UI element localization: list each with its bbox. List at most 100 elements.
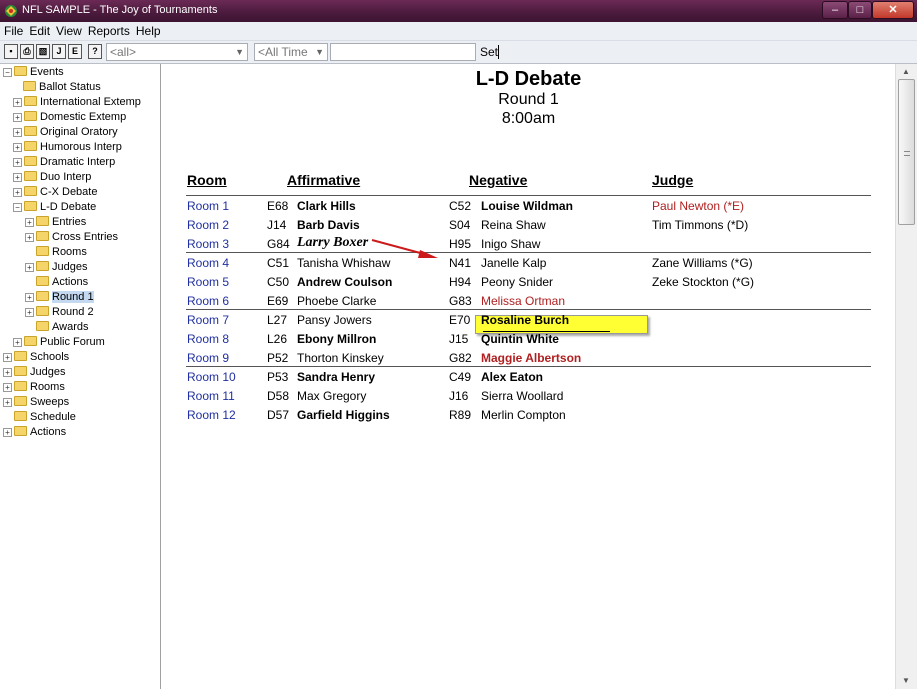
- judge-icon[interactable]: J: [52, 44, 66, 59]
- table-row[interactable]: Room 6 E69 Phoebe Clarke G83 Melissa Ort…: [162, 291, 895, 310]
- maximize-button[interactable]: □: [848, 1, 872, 19]
- minimize-button[interactable]: –: [822, 1, 848, 19]
- expand-icon[interactable]: +: [25, 292, 34, 302]
- tree-node-events[interactable]: − Events: [3, 65, 64, 80]
- scope-dropdown[interactable]: <all> ▼: [106, 43, 248, 61]
- expand-icon[interactable]: +: [3, 382, 12, 392]
- aff-name[interactable]: Garfield Higgins: [297, 408, 390, 422]
- judge-name[interactable]: Zane Williams (*G): [652, 256, 753, 270]
- judge-name[interactable]: Zeke Stockton (*G): [652, 275, 754, 289]
- tree-node-judges[interactable]: + Judges: [25, 260, 87, 275]
- room-link[interactable]: Room 5: [187, 275, 229, 289]
- neg-name[interactable]: Janelle Kalp: [481, 256, 546, 270]
- menu-file[interactable]: File: [0, 22, 26, 38]
- tree-node-humorous-interp[interactable]: + Humorous Interp: [13, 140, 122, 155]
- tree-node-round-2[interactable]: + Round 2: [25, 305, 94, 320]
- expand-icon[interactable]: +: [3, 427, 12, 437]
- menu-help[interactable]: Help: [133, 22, 164, 38]
- expand-icon[interactable]: +: [13, 172, 22, 182]
- scroll-down-icon[interactable]: ▼: [902, 676, 910, 685]
- expand-icon[interactable]: +: [13, 142, 22, 152]
- tree-node-original-oratory[interactable]: + Original Oratory: [13, 125, 118, 140]
- table-row[interactable]: Room 5 C50 Andrew Coulson H94 Peony Snid…: [162, 272, 895, 291]
- table-row[interactable]: Room 12 D57 Garfield Higgins R89 Merlin …: [162, 405, 895, 424]
- table-row[interactable]: Room 1 E68 Clark Hills C52 Louise Wildma…: [162, 196, 895, 215]
- aff-name[interactable]: Thorton Kinskey: [297, 351, 384, 365]
- neg-name[interactable]: Peony Snider: [481, 275, 553, 289]
- expand-icon[interactable]: +: [13, 97, 22, 107]
- tree-node-actions-top[interactable]: + Actions: [3, 425, 66, 440]
- scroll-up-icon[interactable]: ▲: [902, 67, 910, 76]
- aff-name[interactable]: Andrew Coulson: [297, 275, 392, 289]
- tree-node-ballot-status[interactable]: Ballot Status: [23, 80, 101, 95]
- tree-node-sweeps[interactable]: + Sweeps: [3, 395, 69, 410]
- aff-name[interactable]: Tanisha Whishaw: [297, 256, 390, 270]
- entry-icon[interactable]: E: [68, 44, 82, 59]
- aff-name-dragging[interactable]: Larry Boxer: [297, 235, 368, 251]
- room-link[interactable]: Room 4: [187, 256, 229, 270]
- expand-icon[interactable]: +: [25, 262, 34, 272]
- aff-name[interactable]: Barb Davis: [297, 218, 360, 232]
- neg-name[interactable]: Melissa Ortman: [481, 294, 565, 308]
- close-button[interactable]: ✕: [872, 1, 914, 19]
- save-icon[interactable]: ▪: [4, 44, 18, 59]
- scrollbar-thumb[interactable]: [898, 79, 915, 225]
- expand-icon[interactable]: +: [3, 397, 12, 407]
- menu-view[interactable]: View: [53, 22, 85, 38]
- neg-name[interactable]: Sierra Woollard: [481, 389, 563, 403]
- aff-name[interactable]: Max Gregory: [297, 389, 366, 403]
- expand-icon[interactable]: +: [25, 307, 34, 317]
- tree-node-international-extemp[interactable]: + International Extemp: [13, 95, 141, 110]
- table-row[interactable]: Room 11 D58 Max Gregory J16 Sierra Wooll…: [162, 386, 895, 405]
- room-link[interactable]: Room 12: [187, 408, 236, 422]
- menu-reports[interactable]: Reports: [85, 22, 133, 38]
- neg-name[interactable]: Louise Wildman: [481, 199, 573, 213]
- help-icon[interactable]: ?: [88, 44, 102, 59]
- set-button[interactable]: Set: [480, 44, 498, 60]
- time-dropdown[interactable]: <All Time ▼: [254, 43, 328, 61]
- tree-node-awards[interactable]: Awards: [36, 320, 88, 335]
- judge-name[interactable]: Tim Timmons (*D): [652, 218, 748, 232]
- room-link[interactable]: Room 6: [187, 294, 229, 308]
- tree-node-rooms[interactable]: Rooms: [36, 245, 87, 260]
- tree-node-entries[interactable]: + Entries: [25, 215, 86, 230]
- neg-name[interactable]: Quintin White: [481, 332, 559, 346]
- room-link[interactable]: Room 3: [187, 237, 229, 251]
- neg-name[interactable]: Inigo Shaw: [481, 237, 540, 251]
- tree-node-schedule[interactable]: Schedule: [14, 410, 76, 425]
- table-row[interactable]: Room 4 C51 Tanisha Whishaw N41 Janelle K…: [162, 253, 895, 272]
- expand-icon[interactable]: +: [3, 352, 12, 362]
- table-row[interactable]: Room 7 L27 Pansy Jowers E70 Rosaline Bur…: [162, 310, 895, 329]
- aff-name[interactable]: Sandra Henry: [297, 370, 375, 384]
- neg-name[interactable]: Rosaline Burch: [481, 313, 569, 327]
- collapse-icon[interactable]: −: [13, 202, 22, 212]
- collapse-icon[interactable]: −: [3, 67, 12, 77]
- menu-edit[interactable]: Edit: [26, 22, 53, 38]
- expand-icon[interactable]: +: [13, 337, 22, 347]
- expand-icon[interactable]: +: [13, 187, 22, 197]
- neg-name[interactable]: Merlin Compton: [481, 408, 566, 422]
- table-row[interactable]: Room 10 P53 Sandra Henry C49 Alex Eaton: [162, 367, 895, 386]
- tree-node-ld-debate[interactable]: − L-D Debate: [13, 200, 96, 215]
- room-link[interactable]: Room 11: [187, 389, 235, 403]
- aff-name[interactable]: Phoebe Clarke: [297, 294, 376, 308]
- tree-node-dramatic-interp[interactable]: + Dramatic Interp: [13, 155, 115, 170]
- expand-icon[interactable]: +: [25, 217, 34, 227]
- vertical-scrollbar[interactable]: ▲ ▼: [895, 64, 917, 689]
- table-row[interactable]: Room 3 G84 Larry Boxer H95 Inigo Shaw: [162, 234, 895, 253]
- expand-icon[interactable]: +: [25, 232, 34, 242]
- neg-name[interactable]: Maggie Albertson: [481, 351, 581, 365]
- tree-node-round-1[interactable]: + Round 1: [25, 290, 94, 305]
- room-link[interactable]: Room 1: [187, 199, 229, 213]
- room-link[interactable]: Room 8: [187, 332, 229, 346]
- aff-name[interactable]: Pansy Jowers: [297, 313, 372, 327]
- navigation-tree[interactable]: − Events Ballot Status + International Ext…: [0, 64, 161, 689]
- print-icon[interactable]: ⎙: [20, 44, 34, 59]
- table-row[interactable]: Room 8 L26 Ebony Millron J15 Quintin Whi…: [162, 329, 895, 348]
- room-link[interactable]: Room 10: [187, 370, 236, 384]
- preview-icon[interactable]: ▧: [36, 44, 50, 59]
- room-link[interactable]: Room 7: [187, 313, 229, 327]
- neg-name[interactable]: Alex Eaton: [481, 370, 543, 384]
- tree-node-duo-interp[interactable]: + Duo Interp: [13, 170, 91, 185]
- tree-node-domestic-extemp[interactable]: + Domestic Extemp: [13, 110, 126, 125]
